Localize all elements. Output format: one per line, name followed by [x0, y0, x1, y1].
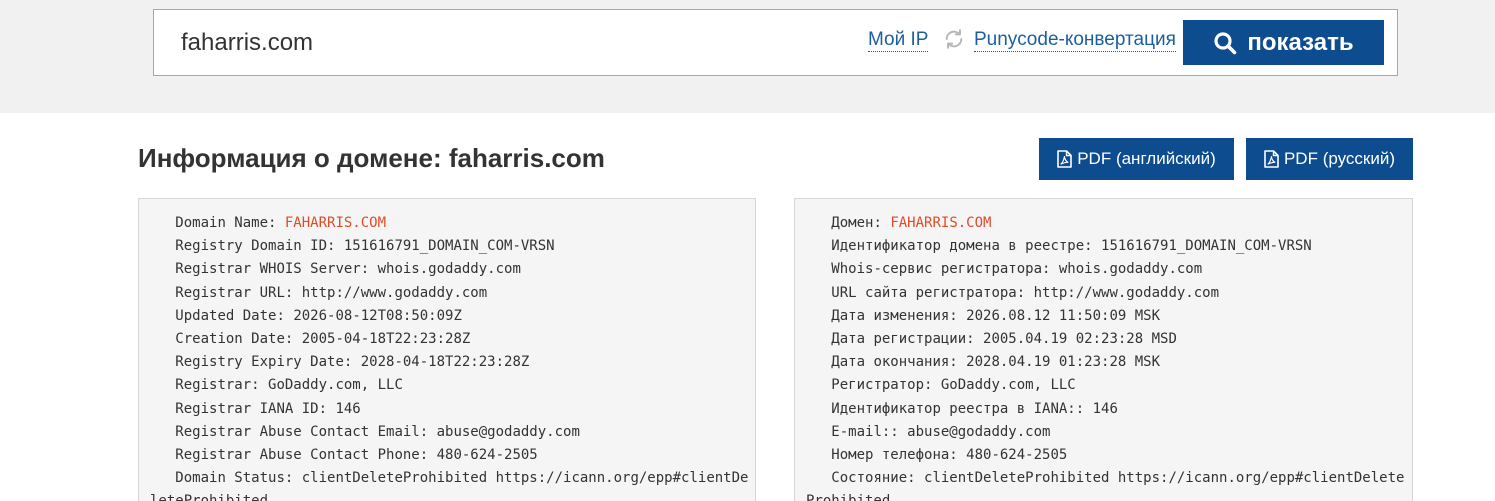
whois-field-value: whois.godaddy.com	[1058, 261, 1203, 278]
whois-field-value: abuse@godaddy.com	[436, 423, 580, 440]
pdf-russian-label: PDF (русский)	[1283, 149, 1396, 168]
pdf-english-label: PDF (английский)	[1077, 149, 1216, 168]
whois-line: Registrar Abuse Contact Email: abuse@god…	[150, 421, 749, 444]
whois-field-value: 480-624-2505	[436, 447, 538, 464]
whois-field-label: Domain Status:	[150, 470, 302, 487]
whois-line: Идентификатор реестра в IANA:: 146	[806, 398, 1406, 421]
search-icon	[1214, 31, 1237, 54]
whois-line: Domain Status: clientDeleteProhibited ht…	[150, 467, 749, 501]
whois-field-label: Registry Expiry Date:	[150, 354, 361, 371]
whois-line: Registrar: GoDaddy.com, LLC	[150, 374, 749, 397]
pdf-file-icon	[1264, 150, 1279, 168]
whois-line: URL сайта регистратора: http://www.godad…	[806, 282, 1406, 305]
whois-field-label: Registrar URL:	[150, 284, 302, 301]
whois-field-value: GoDaddy.com, LLC	[940, 377, 1076, 394]
punycode-link[interactable]: Punycode-конвертация	[974, 29, 1176, 52]
whois-line: Registrar WHOIS Server: whois.godaddy.co…	[150, 258, 749, 281]
whois-line: Дата регистрации: 2005.04.19 02:23:28 MS…	[806, 328, 1406, 351]
whois-field-label: Registrar Abuse Contact Email:	[150, 423, 437, 440]
whois-line: Creation Date: 2005-04-18T22:23:28Z	[150, 328, 749, 351]
whois-russian-text: Домен: FAHARRIS.COM Идентификатор домена…	[795, 199, 1412, 501]
pdf-english-button[interactable]: PDF (английский)	[1039, 138, 1234, 180]
whois-line: Номер телефона: 480-624-2505	[806, 444, 1406, 467]
whois-field-value: 146	[1092, 400, 1118, 417]
whois-english-panel: Domain Name: FAHARRIS.COM Registry Domai…	[138, 198, 756, 501]
whois-line: Domain Name: FAHARRIS.COM	[150, 212, 749, 235]
page-title-prefix: Информация о домене:	[138, 143, 449, 173]
whois-line: Регистратор: GoDaddy.com, LLC	[806, 374, 1406, 397]
whois-field-value: 2005-04-18T22:23:28Z	[301, 331, 471, 348]
whois-field-label: Registrar:	[150, 377, 269, 394]
whois-line: Registrar Abuse Contact Phone: 480-624-2…	[150, 444, 749, 467]
whois-line: Updated Date: 2026-08-12T08:50:09Z	[150, 305, 749, 328]
whois-line: Состояние: clientDeleteProhibited https:…	[806, 467, 1406, 501]
whois-field-label: Creation Date:	[150, 331, 302, 348]
show-button[interactable]: показать	[1183, 20, 1384, 65]
whois-field-label: Дата регистрации:	[806, 331, 984, 348]
whois-field-label: Updated Date:	[150, 307, 294, 324]
whois-field-label: URL сайта регистратора:	[806, 284, 1034, 301]
whois-line: Registry Domain ID: 151616791_DOMAIN_COM…	[150, 235, 749, 258]
whois-field-value: http://www.godaddy.com	[1033, 284, 1220, 301]
whois-line: Идентификатор домена в реестре: 15161679…	[806, 235, 1406, 258]
show-button-label: показать	[1247, 28, 1354, 56]
whois-field-label: Registrar Abuse Contact Phone:	[150, 447, 437, 464]
whois-line: Дата окончания: 2028.04.19 01:23:28 MSK	[806, 351, 1406, 374]
whois-line: Registrar URL: http://www.godaddy.com	[150, 282, 749, 305]
whois-field-value: 151616791_DOMAIN_COM-VRSN	[343, 238, 555, 255]
whois-field-label: Domain Name:	[150, 215, 285, 231]
domain-search-input[interactable]	[181, 25, 821, 61]
whois-field-value: 2028-04-18T22:23:28Z	[360, 354, 530, 371]
whois-field-value: 151616791_DOMAIN_COM-VRSN	[1101, 238, 1312, 255]
whois-field-value: 2005.04.19 02:23:28 MSD	[983, 331, 1177, 348]
whois-field-label: Дата окончания:	[806, 354, 967, 371]
page-title-domain: faharris.com	[448, 143, 605, 173]
my-ip-link[interactable]: Мой IP	[868, 29, 929, 52]
whois-field-value: GoDaddy.com, LLC	[268, 377, 403, 394]
pdf-file-icon	[1057, 150, 1073, 168]
pdf-russian-button[interactable]: PDF (русский)	[1246, 138, 1413, 180]
whois-line: Registry Expiry Date: 2028-04-18T22:23:2…	[150, 351, 749, 374]
whois-field-label: Идентификатор домена в реестре:	[806, 238, 1102, 255]
whois-field-label: Регистратор:	[806, 377, 941, 394]
whois-field-label: Состояние:	[806, 470, 925, 487]
whois-field-value: http://www.godaddy.com	[301, 284, 488, 301]
whois-field-label: E-mail::	[806, 423, 908, 440]
whois-field-value: FAHARRIS.COM	[890, 215, 992, 231]
whois-field-label: Registrar IANA ID:	[150, 400, 336, 417]
whois-field-label: Идентификатор реестра в IANA::	[806, 400, 1093, 417]
refresh-icon	[945, 29, 963, 49]
whois-field-label: Дата изменения:	[806, 307, 967, 324]
whois-field-label: Registrar WHOIS Server:	[150, 261, 378, 278]
whois-field-label: Whois-сервис регистратора:	[806, 261, 1059, 278]
whois-line: Whois-сервис регистратора: whois.godaddy…	[806, 258, 1406, 281]
whois-line: Registrar IANA ID: 146	[150, 398, 749, 421]
whois-english-text: Domain Name: FAHARRIS.COM Registry Domai…	[139, 199, 755, 501]
whois-field-value: 2026-08-12T08:50:09Z	[293, 307, 462, 324]
search-box: Мой IP Punycode-конвертация показать	[153, 9, 1398, 76]
whois-field-value: FAHARRIS.COM	[284, 215, 387, 231]
whois-field-value: 146	[335, 400, 361, 417]
whois-field-value: abuse@godaddy.com	[907, 423, 1051, 440]
whois-field-value: whois.godaddy.com	[377, 261, 521, 278]
whois-russian-panel: Домен: FAHARRIS.COM Идентификатор домена…	[794, 198, 1413, 501]
whois-field-label: Номер телефона:	[806, 447, 967, 464]
whois-line: E-mail:: abuse@godaddy.com	[806, 421, 1406, 444]
whois-line: Домен: FAHARRIS.COM	[806, 212, 1406, 235]
whois-field-label: Домен:	[806, 215, 891, 231]
whois-field-value: 2026.08.12 11:50:09 MSK	[966, 307, 1161, 324]
page-title: Информация о домене: faharris.com	[138, 143, 605, 174]
whois-field-value: 2028.04.19 01:23:28 MSK	[966, 354, 1161, 371]
whois-field-value: 480-624-2505	[966, 447, 1068, 464]
whois-field-label: Registry Domain ID:	[150, 238, 344, 255]
whois-line: Дата изменения: 2026.08.12 11:50:09 MSK	[806, 305, 1406, 328]
